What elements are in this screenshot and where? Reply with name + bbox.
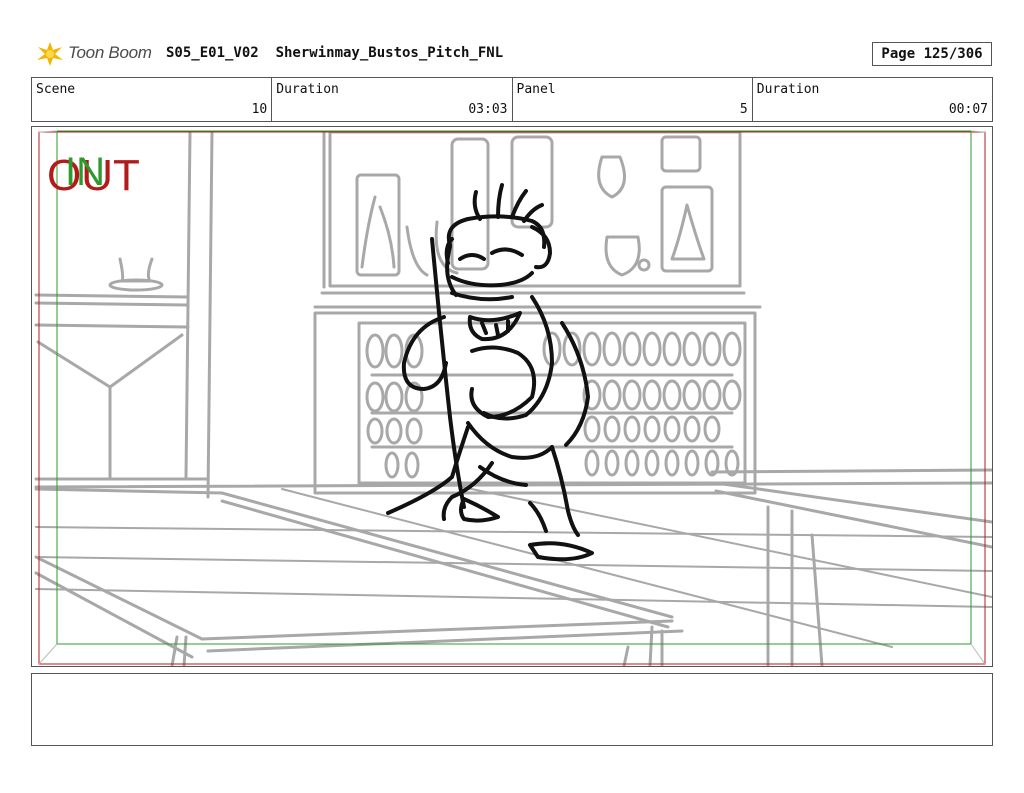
storyboard-panel[interactable]: OUT IN: [31, 126, 993, 667]
scene-value: 10: [251, 102, 268, 117]
panel-value: 5: [739, 102, 748, 117]
scene-duration-cell: Duration 03:03: [272, 78, 513, 121]
panel-drawing: OUT IN: [34, 130, 992, 666]
starburst-icon: [37, 42, 63, 66]
panel-cell: Panel 5: [513, 78, 753, 121]
toon-boom-logo: Toon Boom: [34, 38, 164, 68]
scene-cell: Scene 10: [32, 78, 273, 121]
notes-box[interactable]: [31, 673, 993, 746]
panel-label: Panel: [516, 82, 556, 97]
panel-duration-cell: Duration 00:07: [753, 78, 992, 121]
scene-duration-value: 03:03: [468, 102, 508, 117]
panel-duration-value: 00:07: [948, 102, 988, 117]
page-indicator: Page 125/306: [872, 42, 992, 66]
in-label: IN: [65, 150, 105, 194]
character-sketch: [386, 183, 594, 562]
brand-name: Toon Boom: [68, 43, 152, 62]
project-title: S05_E01_V02 Sherwinmay_Bustos_Pitch_FNL: [166, 45, 504, 61]
panel-duration-label: Duration: [756, 82, 820, 97]
info-row: Scene 10 Duration 03:03 Panel 5 Duration…: [31, 77, 993, 122]
scene-label: Scene: [36, 82, 76, 97]
scene-duration-label: Duration: [276, 82, 339, 97]
